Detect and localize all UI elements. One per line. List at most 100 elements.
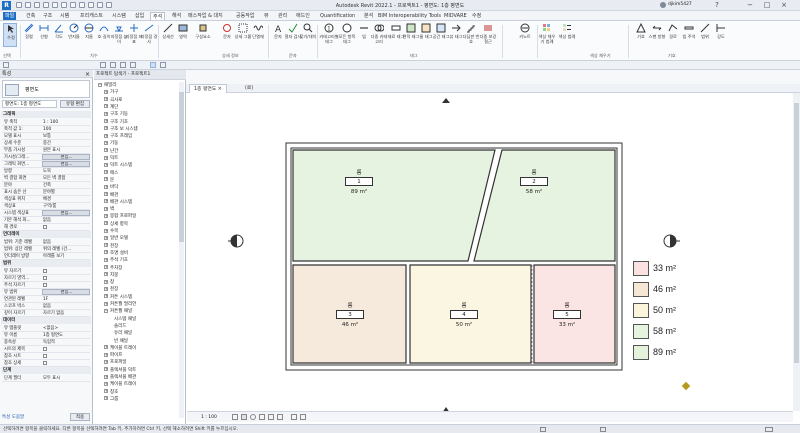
property-row[interactable]: 시스템 색상표 편집... (2, 210, 90, 217)
close-icon[interactable]: × (85, 71, 90, 78)
revit-logo-icon[interactable]: R (2, 1, 11, 10)
property-value[interactable]: 아래를 보기 (42, 253, 90, 260)
browser-node[interactable]: + 천장 (104, 286, 118, 293)
browser-node[interactable]: + 구조 보 시스템 (104, 126, 138, 133)
room-name-label[interactable]: 룸 (349, 168, 369, 176)
tab-systems[interactable]: 시스템 (110, 12, 128, 20)
temp-hide-icon[interactable] (291, 414, 297, 420)
symbol-button[interactable]: 기호 (634, 23, 648, 47)
view-instance-selector[interactable]: 평면도: 1층 평면도 (2, 100, 57, 108)
room-number-tag[interactable]: 3 (336, 310, 364, 319)
property-row[interactable]: 색상표 구역/룸 (2, 203, 90, 210)
expand-toggle-icon[interactable]: + (104, 111, 108, 116)
browser-node[interactable]: + 난간 (104, 148, 118, 155)
edit-type-button[interactable]: 유형 편집 (60, 100, 90, 108)
browser-node[interactable]: + 구조 기둥 (104, 111, 128, 118)
sun-path-icon[interactable] (250, 414, 256, 420)
browser-node[interactable]: + 문 (104, 177, 114, 184)
browser-node[interactable]: + 커튼월 멀리언 (104, 301, 136, 308)
undo-icon[interactable] (34, 2, 40, 8)
checkbox[interactable] (43, 360, 47, 365)
browser-node[interactable]: 시스템 패널 (114, 316, 136, 323)
visual-style-icon[interactable] (241, 414, 247, 420)
multi-category-button[interactable]: 다중 카테고리 (371, 23, 387, 47)
duct-legend-button[interactable]: 색상 채우기 범례 (539, 23, 558, 47)
property-value[interactable] (42, 224, 90, 231)
properties-help-link[interactable]: 특성 도움말 (2, 414, 24, 420)
property-value[interactable]: 100 (42, 126, 90, 133)
property-row[interactable]: 자르기 영역... (2, 275, 90, 282)
property-row[interactable]: 스코프 박스 없음 (2, 303, 90, 310)
expand-toggle-icon[interactable]: + (104, 389, 108, 394)
snap-icon[interactable] (110, 62, 116, 68)
browser-node[interactable]: + 수목 (104, 228, 118, 235)
expand-toggle-icon[interactable]: + (104, 286, 108, 291)
save-icon[interactable] (25, 2, 31, 8)
property-value[interactable] (42, 275, 90, 282)
browser-node[interactable]: − 패밀리 (98, 82, 116, 89)
expand-toggle-icon[interactable]: + (104, 235, 108, 240)
tread-number-button[interactable]: 다딤판 번호 (463, 23, 479, 47)
tab-massing-site[interactable]: 매스작업 & 대지 (186, 12, 225, 20)
strength-button[interactable]: 강도 (714, 23, 728, 47)
design-options-icon[interactable] (600, 427, 606, 432)
properties-section-header[interactable]: 단계 (1, 367, 91, 374)
expand-toggle-icon[interactable]: + (104, 89, 108, 94)
type-selector[interactable]: 평면도 (2, 80, 90, 98)
section-icon[interactable] (88, 2, 94, 8)
expand-toggle-icon[interactable]: + (104, 155, 108, 160)
checkbox[interactable] (43, 268, 47, 273)
browser-node[interactable]: + 가구 (104, 89, 118, 96)
room-name-label[interactable]: 룸 (454, 301, 474, 309)
expand-toggle-icon[interactable]: + (104, 192, 108, 196)
expand-toggle-icon[interactable]: + (104, 381, 108, 386)
open-icon[interactable] (16, 2, 22, 8)
path-button[interactable]: 경로 (666, 23, 680, 47)
expand-toggle-icon[interactable]: + (104, 359, 108, 364)
room-2[interactable] (473, 149, 616, 262)
property-value[interactable]: 편집... (42, 210, 90, 216)
measure-icon[interactable] (61, 2, 67, 8)
elevation-marker-left[interactable] (228, 234, 244, 248)
expand-toggle-icon[interactable]: + (104, 213, 108, 218)
find-replace-button[interactable]: 찾기/대치 (300, 23, 316, 47)
property-row[interactable]: 벽 결합 화면 모든 벽 결합 (2, 175, 90, 182)
expand-toggle-icon[interactable]: + (104, 352, 108, 357)
browser-node[interactable]: + 구조 기초 (104, 119, 128, 126)
expand-toggle-icon[interactable]: + (104, 228, 108, 233)
browser-node[interactable]: + 케이블 트레이 (104, 345, 136, 352)
expand-toggle-icon[interactable]: + (104, 199, 108, 204)
expand-toggle-icon[interactable]: + (104, 265, 108, 269)
floor-plan[interactable] (186, 93, 793, 411)
tab-precast[interactable]: 프리캐스트 (78, 12, 105, 20)
property-value[interactable]: 모든 벽 결합 (42, 175, 90, 182)
beam-note-button[interactable]: 빔 주석 (682, 23, 696, 47)
help-icon[interactable]: ? (712, 1, 722, 9)
view-scale[interactable]: 1 : 100 (201, 415, 217, 420)
browser-node[interactable]: − 커튼월 패널 (104, 308, 132, 315)
property-row[interactable]: 해 경로 (2, 224, 90, 231)
tag-all-button[interactable]: 모든 항목 태그 (339, 23, 355, 47)
property-row[interactable]: 그래픽 화면... 편집... (2, 161, 90, 168)
property-row[interactable]: 뷰 템플릿 <없음> (2, 325, 90, 332)
property-value[interactable]: 1F (42, 296, 90, 303)
3d-view-icon[interactable] (79, 2, 85, 8)
tab-quantification[interactable]: Quantification (318, 12, 357, 20)
property-value[interactable]: 도북 (42, 168, 90, 175)
text-icon[interactable] (97, 2, 103, 8)
expand-toggle-icon[interactable]: + (104, 162, 108, 167)
property-row[interactable]: 뷰 이름 1층 평면도 (2, 332, 90, 339)
browser-node[interactable]: 유리 패널 (114, 330, 132, 337)
property-value[interactable]: 없음 (42, 217, 90, 224)
keynote-button[interactable]: 키노트 (518, 23, 532, 47)
browser-node[interactable]: + 배관 시스템 (104, 199, 132, 206)
measure-tool-icon[interactable] (100, 62, 106, 68)
tab-manage[interactable]: 관리 (276, 12, 289, 20)
property-value[interactable]: 원본 표시 (42, 147, 90, 154)
scroll-thumb[interactable] (794, 103, 799, 363)
tab-collaborate[interactable]: 공동작업 (234, 12, 256, 20)
worksets-icon[interactable] (540, 427, 546, 432)
color-fill-legend-button[interactable]: 색상 범례 (559, 23, 578, 47)
property-row[interactable]: 상세 수준 중간 (2, 140, 90, 147)
expand-toggle-icon[interactable]: + (104, 301, 108, 306)
